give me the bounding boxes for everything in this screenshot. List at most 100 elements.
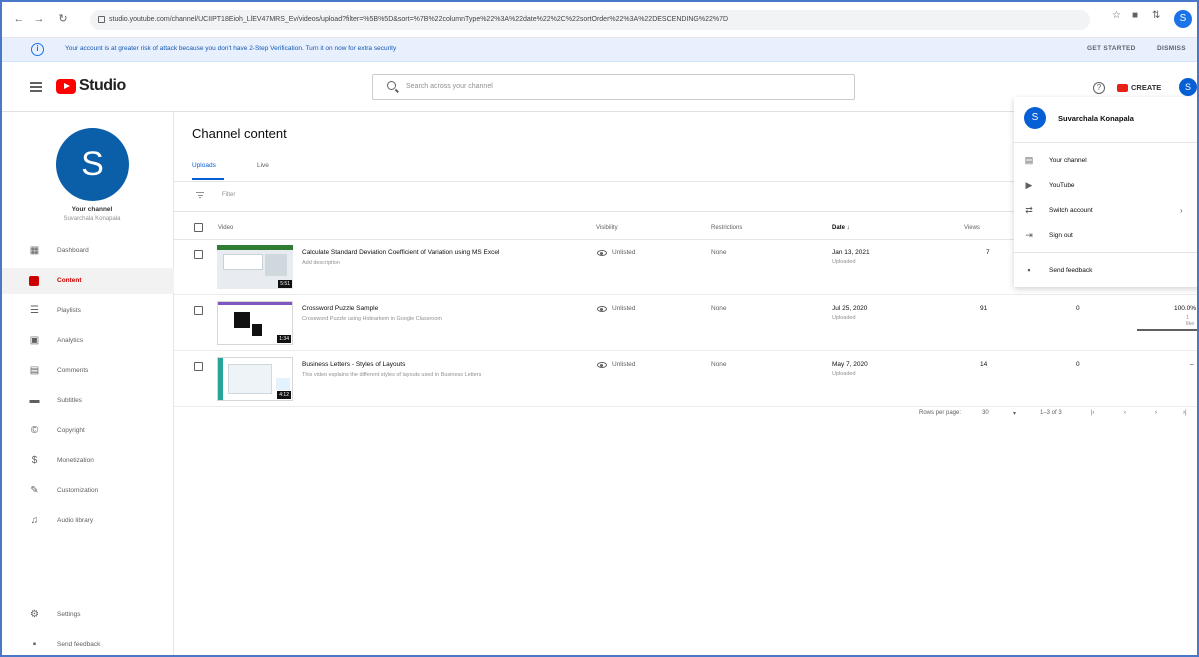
unlisted-icon [597,306,607,312]
rows-per-page-select[interactable]: 30 [982,410,989,416]
search-placeholder: Search across your channel [406,83,493,90]
star-icon[interactable]: ☆ [1112,10,1121,21]
get-started-button[interactable]: GET STARTED [1087,45,1136,52]
comments-value: 0 [1076,305,1080,312]
table-row[interactable]: 4:12 Business Letters - Styles of Layout… [174,352,1197,407]
feedback-icon: ▪ [1027,265,1031,275]
back-arrow-icon[interactable]: ← [12,12,26,26]
date-value: Jan 13, 2021 [832,249,870,256]
likes-count: 1 like [1186,315,1195,327]
column-header-date[interactable]: Date ↓ [832,225,850,231]
menu-item-your-channel[interactable]: ▤ Your channel [1014,149,1197,173]
sidebar-item-label: Comments [57,367,89,374]
sidebar-item-send-feedback[interactable]: ▪ Send feedback [2,632,174,655]
sidebar-item-dashboard[interactable]: ▦ Dashboard [2,238,174,264]
sidebar-item-content[interactable]: Content [2,268,174,294]
reload-icon[interactable]: ↻ [56,12,70,26]
visibility-value[interactable]: Unlisted [612,305,635,312]
video-thumbnail[interactable]: 4:12 [217,357,293,401]
account-menu: S Suvarchala Konapala ▤ Your channel ▶ Y… [1014,97,1197,287]
column-header-visibility[interactable]: Visibility [596,225,618,231]
video-title[interactable]: Business Letters - Styles of Layouts [302,361,405,368]
sidebar-item-label: Send feedback [57,641,101,648]
copyright-icon: © [30,425,39,436]
account-name: Suvarchala Konapala [1058,114,1134,123]
row-checkbox[interactable] [194,250,203,259]
video-thumbnail[interactable]: 5:51 [217,245,293,289]
column-header-views[interactable]: Views [964,225,980,231]
last-page-button[interactable]: ›| [1183,410,1187,416]
feedback-icon: ▪ [32,639,37,650]
video-thumbnail[interactable]: 1:34 [217,301,293,345]
menu-item-label: YouTube [1049,182,1075,189]
sync-icon[interactable]: ⇅ [1152,10,1160,21]
account-menu-avatar: S [1024,107,1046,129]
dismiss-button[interactable]: DISMISS [1157,45,1186,52]
column-header-restrictions[interactable]: Restrictions [711,225,742,231]
menu-item-send-feedback[interactable]: ▪ Send feedback [1014,259,1197,283]
video-duration: 4:12 [277,391,291,399]
forward-arrow-icon[interactable]: → [32,12,46,26]
active-tab-indicator [192,178,224,180]
extension-icon[interactable]: ■ [1132,10,1138,21]
create-label: CREATE [1131,83,1162,92]
sidebar-item-subtitles[interactable]: ▬ Subtitles [2,388,174,414]
sidebar-item-copyright[interactable]: © Copyright [2,418,174,444]
create-button[interactable]: CREATE [1117,79,1161,97]
likes-value: – [1190,361,1194,368]
comments-icon: ▤ [29,365,40,376]
menu-item-sign-out[interactable]: ⇥ Sign out [1014,224,1197,248]
previous-page-button[interactable]: ‹ [1124,410,1126,416]
tab-uploads[interactable]: Uploads [192,162,216,169]
tab-live[interactable]: Live [257,162,269,169]
next-page-button[interactable]: › [1155,410,1157,416]
monetization-icon: $ [31,455,38,466]
date-value: May 7, 2020 [832,361,868,368]
sidebar-item-comments[interactable]: ▤ Comments [2,358,174,384]
sign-out-icon: ⇥ [1025,230,1033,240]
search-input[interactable]: Search across your channel [372,74,855,100]
views-value: 14 [980,361,988,368]
youtube-logo-icon[interactable] [56,79,76,94]
security-banner: i Your account is at greater risk of att… [2,38,1197,62]
menu-item-youtube[interactable]: ▶ YouTube [1014,174,1197,198]
browser-profile-avatar[interactable]: S [1174,10,1192,28]
visibility-value[interactable]: Unlisted [612,361,635,368]
filter-icon[interactable] [196,192,204,199]
divider [1014,142,1197,143]
url-text: studio.youtube.com/channel/UCIIPT18Eioh_… [109,16,729,23]
chevron-right-icon: › [1180,206,1183,215]
select-all-checkbox[interactable] [194,223,203,232]
sidebar-item-settings[interactable]: ⚙ Settings [2,602,174,628]
date-status: Uploaded [832,259,856,265]
table-row[interactable]: 1:34 Crossword Puzzle Sample Crossword P… [174,296,1197,351]
first-page-button[interactable]: |‹ [1091,410,1095,416]
sidebar-item-playlists[interactable]: ☰ Playlists [2,298,174,324]
menu-icon[interactable] [30,82,42,92]
sidebar-item-analytics[interactable]: ▣ Analytics [2,328,174,354]
date-status: Uploaded [832,315,856,321]
video-title[interactable]: Calculate Standard Deviation Coefficient… [302,249,499,256]
row-checkbox[interactable] [194,306,203,315]
video-description: This video explains the different styles… [302,372,482,378]
address-bar[interactable]: studio.youtube.com/channel/UCIIPT18Eioh_… [90,10,1090,30]
sidebar-item-label: Monetization [57,457,94,464]
sidebar-item-monetization[interactable]: $ Monetization [2,448,174,474]
sidebar-item-audio-library[interactable]: ♫ Audio library [2,508,174,534]
menu-item-switch-account[interactable]: ⇄ Switch account › [1014,199,1197,223]
chevron-down-icon[interactable]: ▾ [1013,410,1016,417]
restrictions-value: None [711,305,727,312]
account-avatar[interactable]: S [1179,78,1197,96]
visibility-value[interactable]: Unlisted [612,249,635,256]
help-icon[interactable]: ? [1093,82,1105,94]
studio-logo-text[interactable]: Studio [79,77,126,95]
sidebar-item-label: Customization [57,487,99,494]
filter-input[interactable]: Filter [222,192,235,198]
channel-avatar[interactable]: S [56,128,129,201]
create-video-icon [1117,84,1128,92]
sidebar-item-label: Copyright [57,427,85,434]
sidebar-item-customization[interactable]: ✎ Customization [2,478,174,504]
video-title[interactable]: Crossword Puzzle Sample [302,305,378,312]
browser-toolbar: ← → ↻ studio.youtube.com/channel/UCIIPT1… [2,2,1197,38]
row-checkbox[interactable] [194,362,203,371]
